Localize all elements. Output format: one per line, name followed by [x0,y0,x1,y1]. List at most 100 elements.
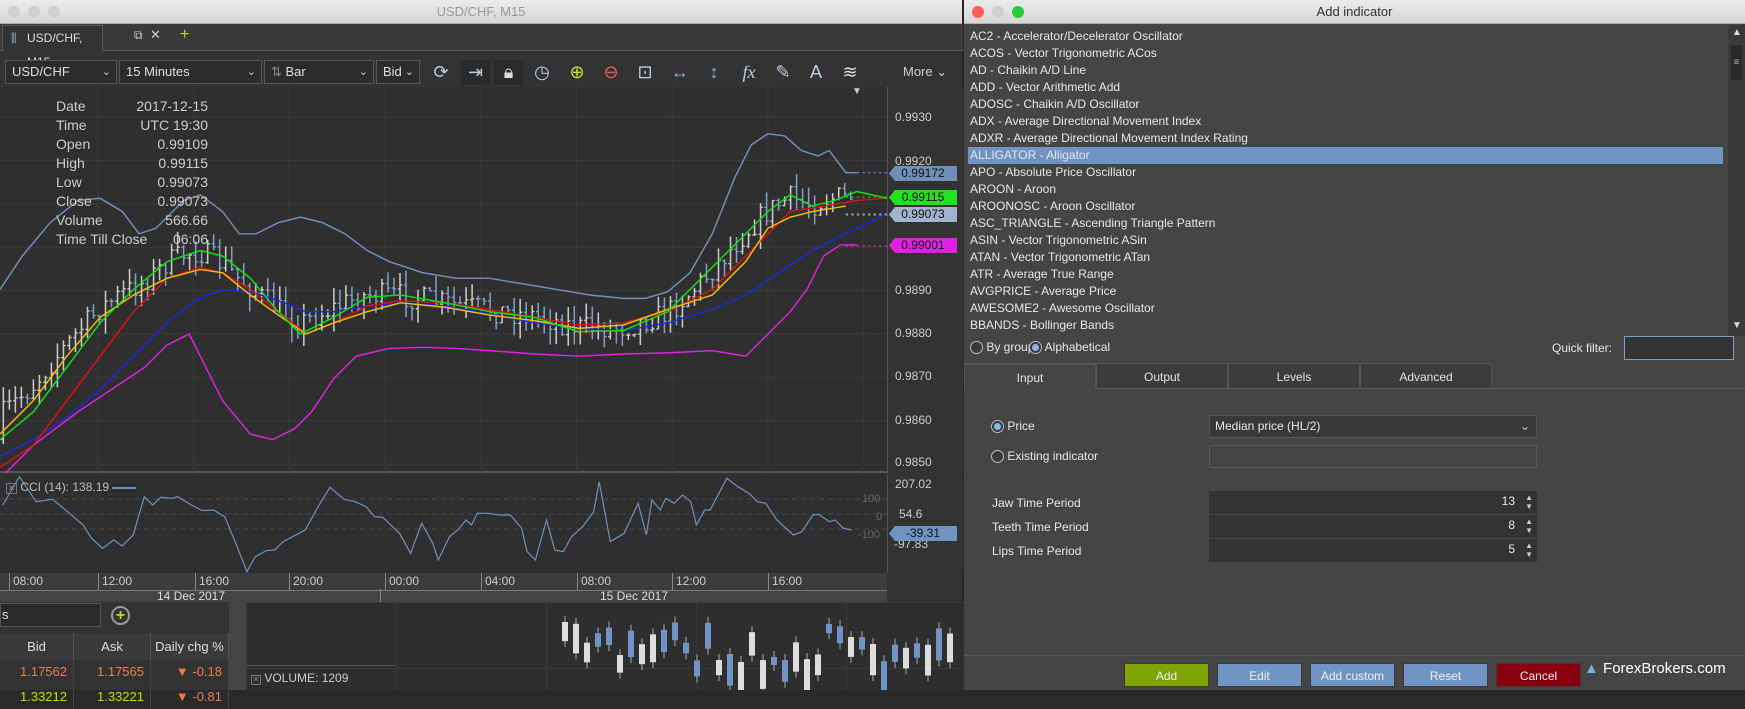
period-stepper[interactable]: 13 ▲ ▼ [1209,491,1537,514]
cci-level-label: -100 [858,529,881,541]
indicator-list-item[interactable]: ADX - Average Directional Movement Index [968,113,1723,130]
candle-body [705,622,711,649]
candle-body [793,642,799,672]
candle-body [870,644,876,676]
time-axis-label: 16:00 [768,573,802,590]
period-stepper[interactable]: 5 ▲ ▼ [1209,539,1537,562]
quick-filter-input[interactable] [1624,336,1734,360]
indicator-list-item[interactable]: ADXR - Average Directional Movement Inde… [968,130,1723,147]
column-header-daily-change[interactable]: Daily chg % [151,633,229,660]
cancel-button[interactable]: Cancel [1496,663,1581,687]
time-axis[interactable] [0,573,887,590]
add-symbol-icon[interactable]: + [111,606,130,625]
candle-body [562,622,568,642]
indicator-list-item[interactable]: AC2 - Accelerator/Decelerator Oscillator [968,28,1723,45]
close-indicator-icon[interactable]: ✕ [6,483,17,494]
list-scrollbar[interactable]: ▲ ≡ ▼ [1728,25,1745,336]
add-custom-button[interactable]: Add custom [1310,663,1395,687]
watchlist-change[interactable]: ▼ -0.18 [151,660,229,684]
candle-body [672,622,678,641]
indicator-list-item[interactable]: AROON - Aroon [968,181,1723,198]
scroll-up-icon[interactable]: ▲ [1732,27,1742,38]
reset-button[interactable]: Reset [1403,663,1488,687]
candle-body [881,661,887,690]
indicator-list-item[interactable]: AWESOME2 - Awesome Oscillator [968,300,1723,317]
watchlist-change[interactable]: ▼ -0.81 [151,685,229,709]
column-header-ask[interactable]: Ask [74,633,151,660]
indicator-list-item[interactable]: AVGPRICE - Average Price [968,283,1723,300]
add-button[interactable]: Add [1124,663,1209,687]
more-button[interactable]: More ⌄ [903,64,947,80]
dialog-footer [964,655,1745,656]
price-source-select[interactable]: Median price (HL/2) ⌄ [1209,415,1537,438]
cci-label: CCI (14): 138.19 [20,480,110,494]
quick-filter-label: Quick filter: [1552,341,1613,355]
change-value: -0.81 [192,689,222,704]
time-axis-label: 00:00 [385,573,419,590]
period-label: Teeth Time Period [992,520,1089,534]
period-stepper[interactable]: 8 ▲ ▼ [1209,515,1537,538]
stepper-arrows-icon[interactable]: ▲ ▼ [1525,541,1533,559]
indicator-list-item[interactable]: AROONOSC - Aroon Oscillator [968,198,1723,215]
watchlist-ask[interactable]: 1.33221 [74,685,151,709]
indicator-list-item[interactable]: ADOSC - Chaikin A/D Oscillator [968,96,1723,113]
existing-indicator-radio[interactable]: Existing indicator [991,449,1098,464]
close-dialog-button[interactable] [972,6,984,18]
volume-pane-divider [246,665,396,666]
price-axis-label: 0.9860 [895,413,932,427]
watchlist-ask[interactable]: 1.17565 [74,660,151,684]
zoom-dialog-button[interactable] [1012,6,1024,18]
price-axis-label: 0.9920 [895,154,932,168]
indicator-list-item[interactable]: ACOS - Vector Trigonometric ACos [968,45,1723,62]
scroll-thumb[interactable]: ≡ [1731,45,1742,80]
watchlist-bid[interactable]: 1.33212 [0,685,74,709]
existing-indicator-field[interactable] [1209,445,1537,468]
indicator-list-item[interactable]: APO - Absolute Price Oscillator [968,164,1723,181]
indicator-list-item[interactable]: BBANDS - Bollinger Bands [968,317,1723,334]
indicator-list-item[interactable]: ASIN - Vector Trigonometric ASin [968,232,1723,249]
candle-body [826,623,832,634]
candle-body [694,660,700,677]
watchlist-search[interactable]: s [0,603,101,627]
cci-axis-label: 207.02 [895,477,932,491]
tab-levels[interactable]: Levels [1228,363,1360,389]
column-header-bid[interactable]: Bid [0,633,74,660]
time-axis-label: 04:00 [481,573,515,590]
scroll-down-icon[interactable]: ▼ [1732,320,1742,331]
period-label: Jaw Time Period [992,496,1081,510]
tab-output[interactable]: Output [1096,363,1228,389]
date-label: 15 Dec 2017 [599,589,669,603]
sort-alphabetical-radio[interactable]: Alphabetical [1029,340,1110,355]
tab-input[interactable]: Input [964,363,1096,389]
cci-legend-line [112,486,137,489]
panel-splitter[interactable] [229,602,246,690]
close-indicator-icon[interactable]: ✕ [251,675,261,685]
indicator-list-item[interactable]: ADD - Vector Arithmetic Add [968,79,1723,96]
cci-legend: ✕ CCI (14): 138.19 [6,480,137,494]
candle-body [804,659,810,690]
indicator-list-item[interactable]: ASC_TRIANGLE - Ascending Triangle Patter… [968,215,1723,232]
cci-axis-label: 54.6 [899,507,923,521]
indicator-list-item[interactable]: ATAN - Vector Trigonometric ATan [968,249,1723,266]
period-value: 5 [1508,542,1515,556]
price-axis-label: 0.9890 [895,283,932,297]
tab-divider [1096,388,1745,389]
sort-by-group-radio[interactable]: By group [970,340,1034,355]
price-marker: 0.99001 [889,238,957,253]
indicator-list-item[interactable]: AD - Chaikin A/D Line [968,62,1723,79]
price-radio[interactable]: Price [991,419,1035,434]
tab-advanced[interactable]: Advanced [1360,363,1492,389]
indicator-list-item[interactable]: ATR - Average True Range [968,266,1723,283]
indicator-list-item[interactable]: ALLIGATOR - Alligator [968,147,1723,164]
minimize-dialog-button[interactable] [992,6,1004,18]
time-axis-label: 16:00 [195,573,229,590]
time-axis-label: 12:00 [98,573,132,590]
watchlist-bid[interactable]: 1.17562 [0,660,74,684]
time-axis-label: 08:00 [577,573,611,590]
candle-body [683,642,689,654]
price-marker: 0.99115 [889,190,957,205]
stepper-arrows-icon[interactable]: ▲ ▼ [1525,493,1533,511]
stepper-arrows-icon[interactable]: ▲ ▼ [1525,517,1533,535]
candle-body [584,642,590,663]
edit-button[interactable]: Edit [1217,663,1302,687]
